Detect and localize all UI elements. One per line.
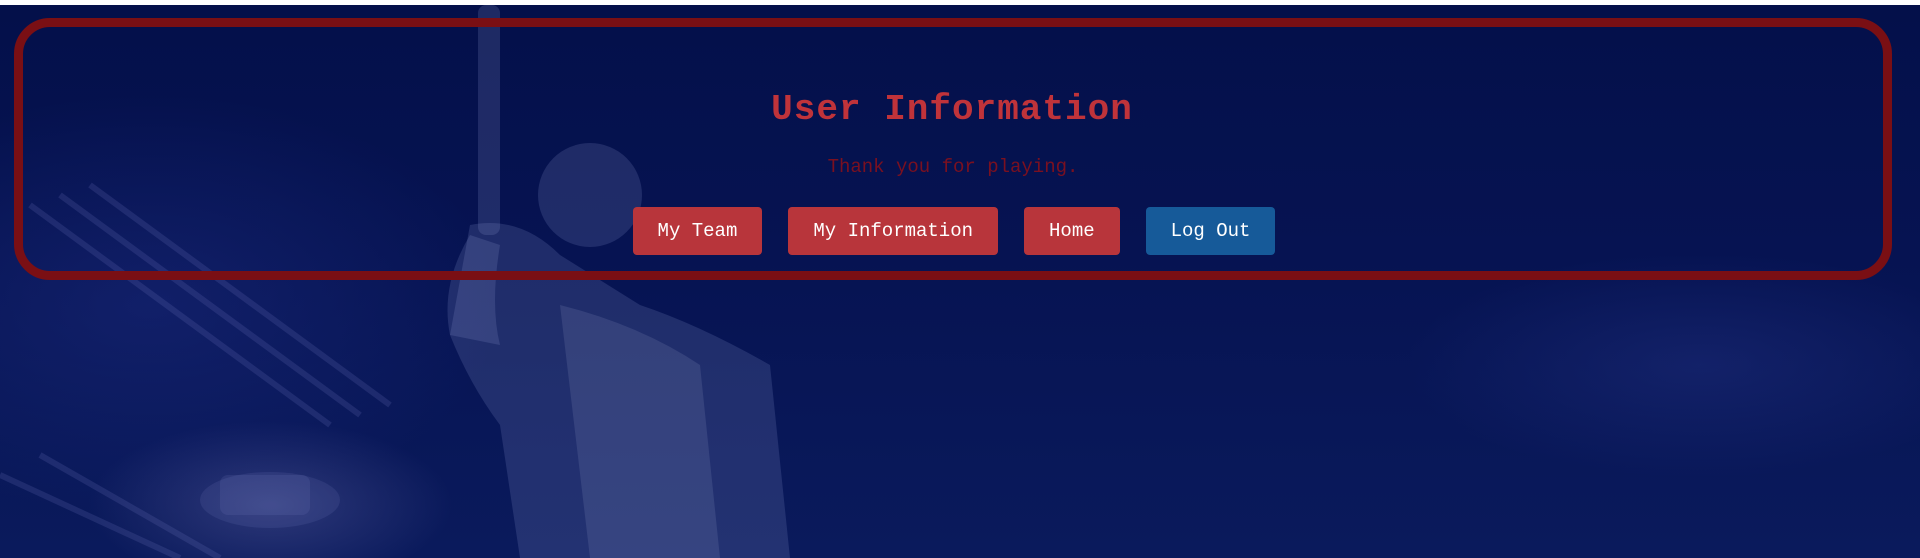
thank-you-message: Thank you for playing.: [827, 156, 1079, 178]
nav-button-row: My Team My Information Home Log Out: [23, 207, 1883, 255]
log-out-button[interactable]: Log Out: [1145, 207, 1276, 255]
my-information-button[interactable]: My Information: [788, 207, 999, 255]
page-title: User Information: [771, 89, 1133, 130]
user-info-panel: User Information Thank you for playing. …: [14, 18, 1892, 280]
my-team-button[interactable]: My Team: [632, 207, 763, 255]
home-button[interactable]: Home: [1024, 207, 1120, 255]
